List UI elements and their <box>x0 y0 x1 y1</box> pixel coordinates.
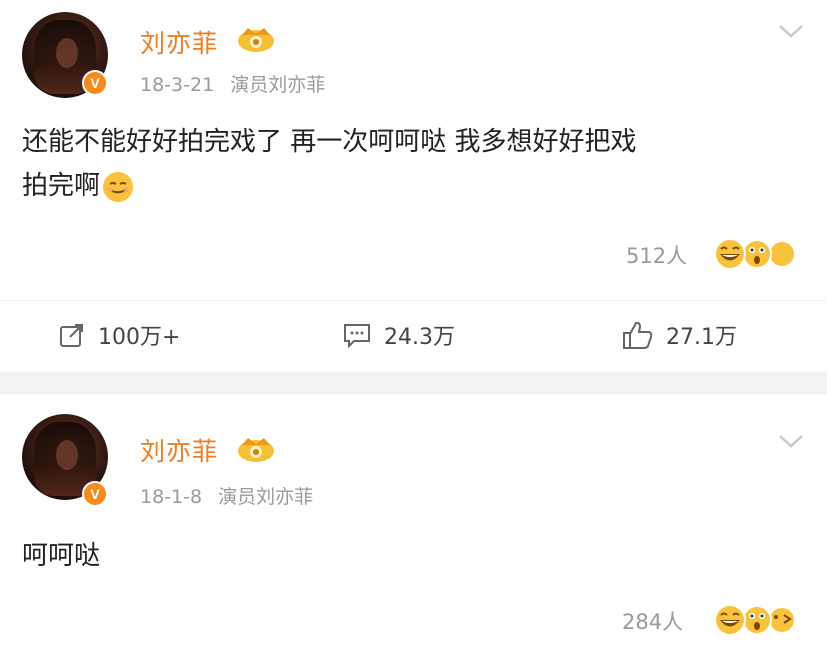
weibo-post-1: V 刘亦菲 18-3-21 演员刘亦菲 还能不能好好拍完戏了 再一次呵呵哒 我多… <box>0 0 827 372</box>
repost-button[interactable]: 100万+ <box>58 319 180 351</box>
post-date: 18-3-21 <box>140 74 215 96</box>
author-name[interactable]: 刘亦菲 <box>140 24 218 60</box>
verified-v-icon: V <box>82 70 108 96</box>
crown-badge-icon <box>238 438 274 462</box>
repost-icon <box>60 324 83 347</box>
like-count: 27.1万 <box>666 325 737 350</box>
chevron-down-icon[interactable] <box>777 22 805 40</box>
post-divider <box>0 372 827 394</box>
post-source: 演员刘亦菲 <box>218 486 314 508</box>
post-text-line: 拍完啊 <box>22 164 812 208</box>
post-meta: 18-3-21 演员刘亦菲 <box>140 70 325 97</box>
reaction-count[interactable]: 512人 <box>626 240 687 270</box>
like-button[interactable]: 27.1万 <box>622 319 737 351</box>
like-icon <box>623 321 653 349</box>
post-meta: 18-1-8 演员刘亦菲 <box>140 482 313 509</box>
post-text: 呵呵哒 <box>22 534 812 578</box>
reaction-emoji-icons[interactable] <box>712 237 804 271</box>
comment-button[interactable]: 24.3万 <box>342 319 455 351</box>
post-date: 18-1-8 <box>140 486 203 508</box>
smirk-emoji-icon <box>103 171 134 202</box>
post-text-line: 还能不能好好拍完戏了 再一次呵呵哒 我多想好好把戏 <box>22 127 637 157</box>
crown-badge-icon <box>238 28 274 52</box>
comment-icon <box>344 324 370 349</box>
post-source: 演员刘亦菲 <box>230 74 326 96</box>
repost-count: 100万+ <box>98 325 181 350</box>
author-name[interactable]: 刘亦菲 <box>140 432 218 468</box>
reaction-emoji-icons[interactable] <box>712 603 804 637</box>
weibo-post-2: V 刘亦菲 18-1-8 演员刘亦菲 呵呵哒 284人 <box>0 394 827 671</box>
comment-count: 24.3万 <box>384 325 455 350</box>
post-text-line: 呵呵哒 <box>22 541 101 571</box>
action-bar: 100万+ 24.3万 27.1万 <box>0 300 827 372</box>
chevron-down-icon[interactable] <box>777 432 805 450</box>
verified-v-icon: V <box>82 481 108 507</box>
post-text: 还能不能好好拍完戏了 再一次呵呵哒 我多想好好把戏 拍完啊 <box>22 120 812 208</box>
reaction-count[interactable]: 284人 <box>622 606 683 636</box>
